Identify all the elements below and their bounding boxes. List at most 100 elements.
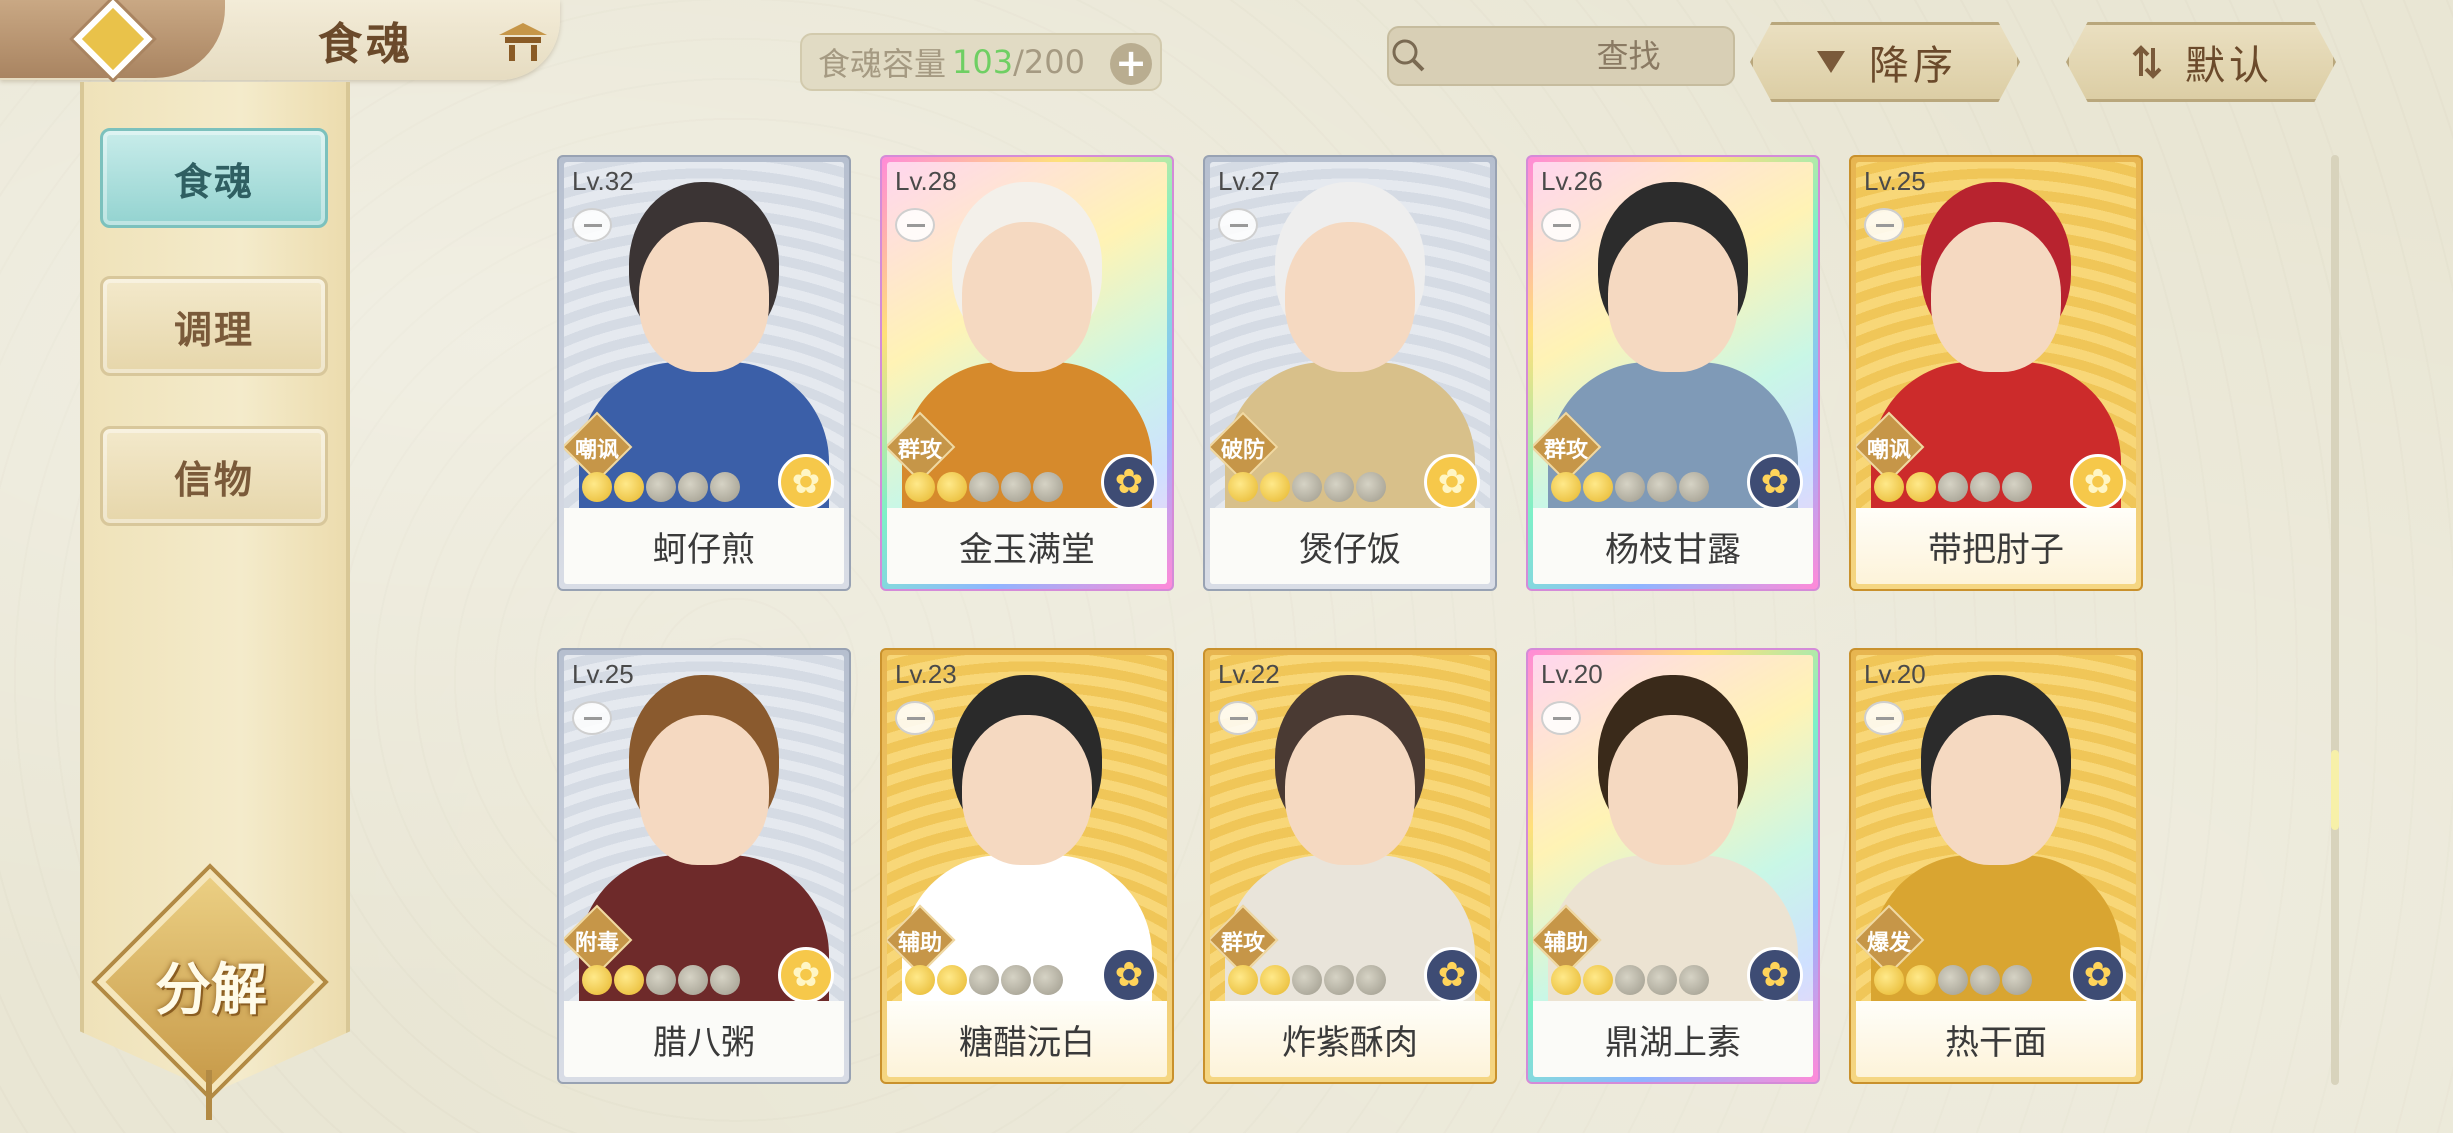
lotus-icon: ✿ (2070, 454, 2126, 510)
star-icon (710, 965, 740, 995)
card-name: 蚵仔煎 (564, 508, 844, 584)
star-icon (937, 472, 967, 502)
star-rating (1874, 965, 2032, 995)
card-name: 带把肘子 (1856, 508, 2136, 584)
star-icon (1938, 965, 1968, 995)
role-label: 附毒 (574, 931, 619, 956)
card-name: 炸紫酥肉 (1210, 1001, 1490, 1077)
card-name: 杨枝甘露 (1533, 508, 1813, 584)
role-badge: 辅助 (887, 904, 956, 976)
star-icon (678, 472, 708, 502)
tab-cooking[interactable]: 调理 (100, 276, 328, 376)
card-level: Lv.27 (1218, 166, 1280, 196)
shield-icon (1541, 701, 1581, 735)
star-icon (1356, 472, 1386, 502)
food-soul-card[interactable]: Lv.28 群攻 ✿ 金玉满堂 (880, 155, 1174, 591)
star-icon (1874, 472, 1904, 502)
lotus-icon: ✿ (1424, 454, 1480, 510)
star-icon (1551, 472, 1581, 502)
star-icon (1228, 472, 1258, 502)
sort-mode-button[interactable]: 默认 (2066, 22, 2336, 102)
search-icon (1389, 26, 1429, 86)
food-soul-card[interactable]: Lv.25 附毒 ✿ 腊八粥 (557, 648, 851, 1084)
card-name: 热干面 (1856, 1001, 2136, 1077)
card-inner: Lv.32 嘲讽 ✿ 蚵仔煎 (564, 162, 844, 584)
role-badge: 爆发 (1856, 904, 1925, 976)
card-name: 煲仔饭 (1210, 508, 1490, 584)
card-inner: Lv.26 群攻 ✿ 杨枝甘露 (1533, 162, 1813, 584)
food-soul-card[interactable]: Lv.32 嘲讽 ✿ 蚵仔煎 (557, 155, 851, 591)
star-icon (1938, 472, 1968, 502)
expand-capacity-button[interactable]: + (1110, 43, 1152, 85)
star-icon (969, 472, 999, 502)
role-label: 群攻 (897, 438, 942, 463)
capacity-max: /200 (1013, 43, 1085, 81)
food-soul-card[interactable]: Lv.25 嘲讽 ✿ 带把肘子 (1849, 155, 2143, 591)
card-inner: Lv.20 辅助 ✿ 鼎湖上素 (1533, 655, 1813, 1077)
star-icon (1260, 965, 1290, 995)
back-button[interactable] (0, 0, 225, 79)
card-name: 腊八粥 (564, 1001, 844, 1077)
star-icon (1324, 472, 1354, 502)
star-icon (1615, 472, 1645, 502)
lotus-icon: ✿ (778, 454, 834, 510)
portrait-head (639, 222, 769, 372)
star-icon (1647, 472, 1677, 502)
role-label: 破防 (1220, 438, 1265, 463)
portrait-head (1608, 715, 1738, 865)
back-icon (72, 0, 153, 79)
card-inner: Lv.23 辅助 ✿ 糖醋沅白 (887, 655, 1167, 1077)
title-tab: 食魂 (0, 0, 560, 80)
shield-icon (1218, 701, 1258, 735)
tab-food-souls[interactable]: 食魂 (100, 128, 328, 228)
shield-icon (1541, 208, 1581, 242)
star-icon (1679, 472, 1709, 502)
food-soul-card[interactable]: Lv.27 破防 ✿ 煲仔饭 (1203, 155, 1497, 591)
star-icon (969, 965, 999, 995)
role-badge: 嘲讽 (1856, 411, 1925, 483)
star-rating (1551, 472, 1709, 502)
flower-icon: ✿ (2070, 947, 2126, 1003)
role-label: 群攻 (1543, 438, 1588, 463)
shield-icon (572, 208, 612, 242)
search-box[interactable]: ✕ (1387, 26, 1858, 86)
star-icon (1874, 965, 1904, 995)
role-label: 嘲讽 (1866, 438, 1911, 463)
food-soul-card[interactable]: Lv.26 群攻 ✿ 杨枝甘露 (1526, 155, 1820, 591)
flower-icon: ✿ (1424, 947, 1480, 1003)
star-rating (582, 472, 740, 502)
role-badge: 辅助 (1533, 904, 1602, 976)
star-icon (1324, 965, 1354, 995)
star-icon (614, 965, 644, 995)
shield-icon (572, 701, 612, 735)
star-icon (1292, 965, 1322, 995)
scrollbar[interactable] (2331, 155, 2339, 1085)
food-soul-card[interactable]: Lv.20 辅助 ✿ 鼎湖上素 (1526, 648, 1820, 1084)
shield-icon (895, 701, 935, 735)
star-icon (646, 965, 676, 995)
star-icon (1647, 965, 1677, 995)
flower-icon: ✿ (1747, 454, 1803, 510)
star-icon (1356, 965, 1386, 995)
role-badge: 嘲讽 (564, 411, 633, 483)
star-icon (1583, 965, 1613, 995)
tab-label: 调理 (173, 307, 254, 352)
star-icon (1033, 965, 1063, 995)
star-icon (1228, 965, 1258, 995)
role-label: 辅助 (1543, 931, 1588, 956)
food-soul-card[interactable]: Lv.23 辅助 ✿ 糖醋沅白 (880, 648, 1174, 1084)
star-rating (905, 472, 1063, 502)
pavilion-icon[interactable] (490, 14, 556, 68)
lotus-icon: ✿ (778, 947, 834, 1003)
star-icon (1292, 472, 1322, 502)
portrait-head (1931, 715, 2061, 865)
tab-tokens[interactable]: 信物 (100, 426, 328, 526)
decompose-label[interactable]: 分解 (126, 945, 296, 1026)
role-badge: 附毒 (564, 904, 633, 976)
food-soul-card[interactable]: Lv.20 爆发 ✿ 热干面 (1849, 648, 2143, 1084)
triangle-down-icon (1817, 51, 1845, 73)
food-soul-card[interactable]: Lv.22 群攻 ✿ 炸紫酥肉 (1203, 648, 1497, 1084)
scrollbar-thumb[interactable] (2331, 750, 2339, 830)
sort-order-button[interactable]: 降序 (1750, 22, 2020, 102)
portrait-head (1608, 222, 1738, 372)
